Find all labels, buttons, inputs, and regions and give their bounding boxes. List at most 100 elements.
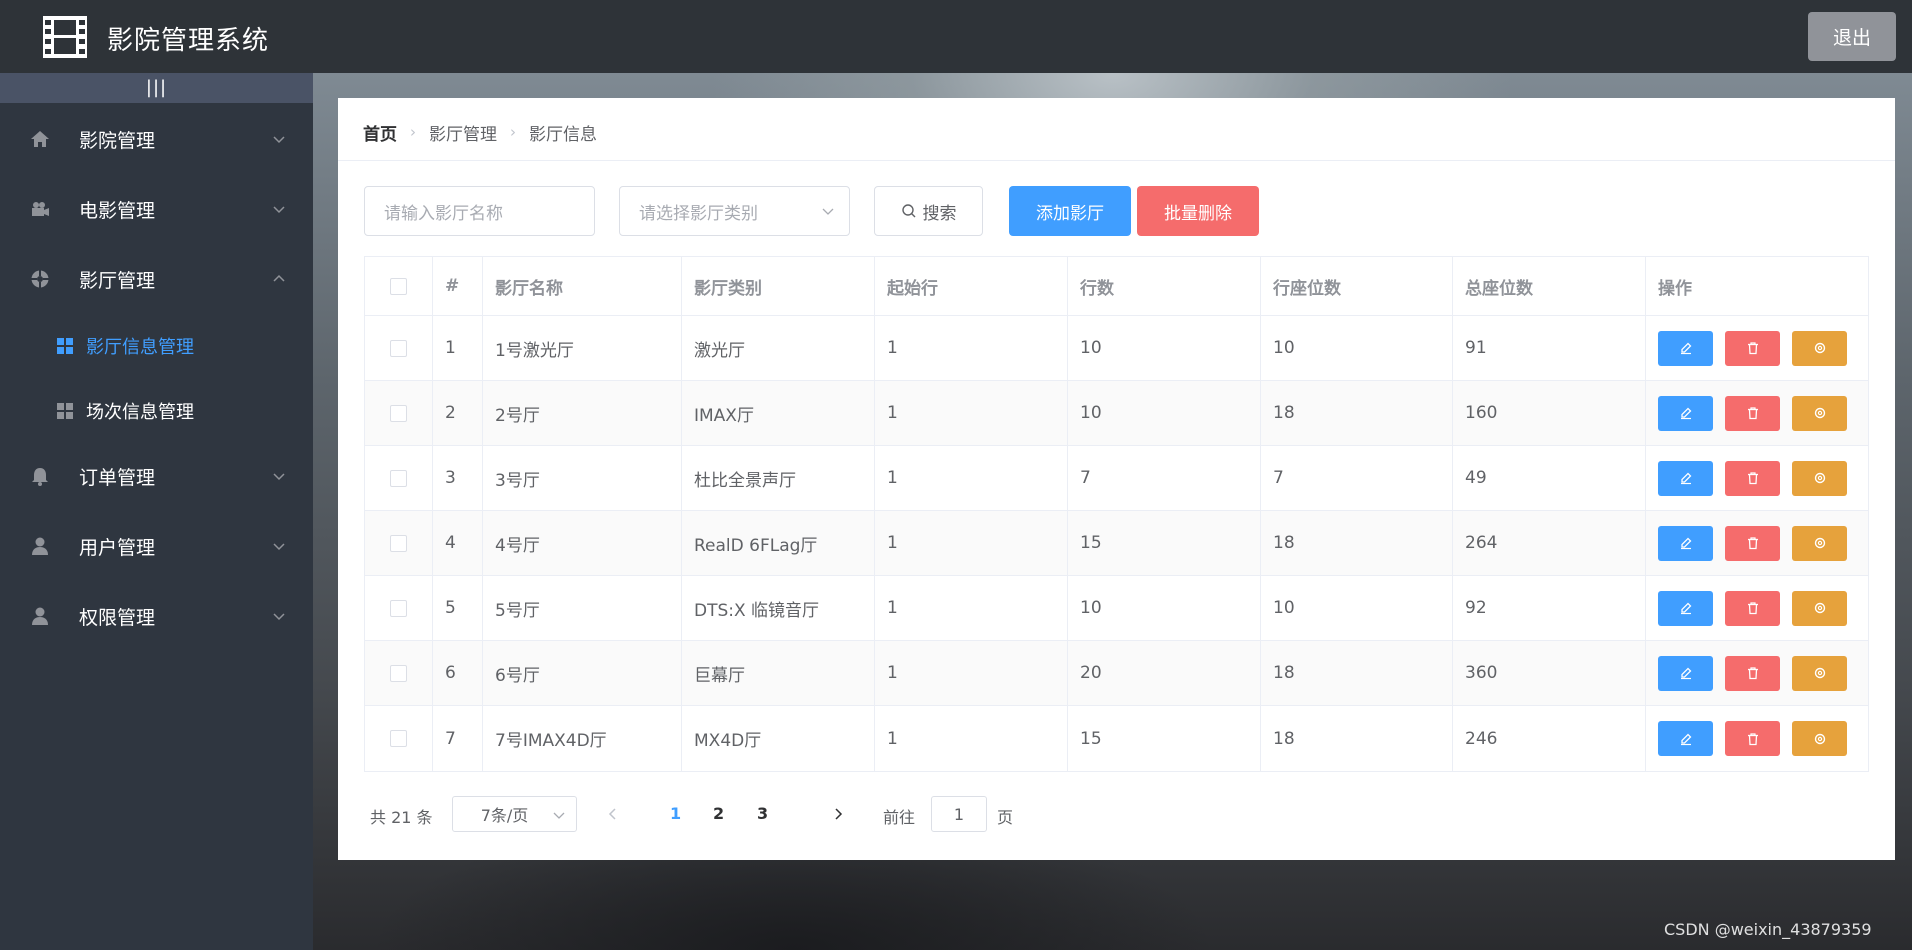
settings-button[interactable] bbox=[1792, 395, 1847, 431]
delete-button[interactable] bbox=[1725, 655, 1780, 691]
row-select-cell bbox=[365, 446, 433, 510]
chevron-down-icon bbox=[273, 206, 285, 214]
edit-button[interactable] bbox=[1658, 460, 1713, 496]
goto-label: 前往 bbox=[883, 808, 916, 827]
table-cell: MX4D厅 bbox=[682, 706, 875, 771]
search-button[interactable]: 搜索 bbox=[874, 186, 983, 236]
hall-name-input[interactable]: 请输入影厅名称 bbox=[364, 186, 595, 236]
gear-icon bbox=[1814, 733, 1825, 744]
hall-type-select[interactable]: 请选择影厅类别 bbox=[619, 186, 850, 236]
chevron-right-icon[interactable] bbox=[831, 807, 845, 821]
hall-name-placeholder: 请输入影厅名称 bbox=[384, 203, 503, 224]
goto-page-input[interactable]: 1 bbox=[931, 796, 987, 832]
table-row: 4 4号厅 RealD 6FLag厅 1 15 18 264 bbox=[365, 511, 1868, 576]
logout-button[interactable]: 退出 bbox=[1808, 12, 1896, 61]
sidebar-item-user[interactable]: 用户管理 bbox=[0, 518, 313, 574]
add-hall-button[interactable]: 添加影厅 bbox=[1009, 186, 1131, 236]
select-all-checkbox[interactable] bbox=[390, 277, 407, 295]
table-row: 2 2号厅 IMAX厅 1 10 18 160 bbox=[365, 381, 1868, 446]
table-header-row: # 影厅名称 影厅类别 起始行 行数 行座位数 总座位数 操作 bbox=[365, 257, 1868, 316]
settings-button[interactable] bbox=[1792, 525, 1847, 561]
page-suffix: 页 bbox=[997, 808, 1014, 827]
sidebar-item-label: 权限管理 bbox=[79, 606, 156, 629]
edit-button[interactable] bbox=[1658, 590, 1713, 626]
breadcrumb-hall-info: 影厅信息 bbox=[529, 124, 597, 145]
edit-icon bbox=[1680, 472, 1691, 485]
divider bbox=[338, 160, 1895, 161]
sidebar-item-label: 电影管理 bbox=[79, 199, 156, 222]
delete-button[interactable] bbox=[1725, 590, 1780, 626]
grid-icon bbox=[57, 403, 73, 419]
page-number-2[interactable]: 2 bbox=[713, 804, 724, 823]
table-cell: RealD 6FLag厅 bbox=[682, 511, 875, 575]
film-icon bbox=[43, 16, 87, 58]
row-checkbox[interactable] bbox=[390, 469, 407, 487]
breadcrumb-home[interactable]: 首页 bbox=[363, 120, 397, 145]
table-row: 3 3号厅 杜比全景声厅 1 7 7 49 bbox=[365, 446, 1868, 511]
page-number-1[interactable]: 1 bbox=[670, 804, 681, 823]
settings-button[interactable] bbox=[1792, 655, 1847, 691]
table-cell: 10 bbox=[1261, 576, 1453, 640]
settings-button[interactable] bbox=[1792, 460, 1847, 496]
table-cell: 1 bbox=[875, 381, 1068, 445]
chevron-left-icon[interactable] bbox=[606, 807, 620, 821]
sidebar-collapse-toggle[interactable]: ||| bbox=[0, 73, 313, 103]
delete-button[interactable] bbox=[1725, 460, 1780, 496]
table-cell: 18 bbox=[1261, 706, 1453, 771]
page-number-3[interactable]: 3 bbox=[757, 804, 768, 823]
edit-button[interactable] bbox=[1658, 395, 1713, 431]
pagination-total: 共 21 条 bbox=[370, 808, 433, 827]
table-cell: 5 bbox=[433, 576, 483, 640]
settings-button[interactable] bbox=[1792, 590, 1847, 626]
row-checkbox[interactable] bbox=[390, 730, 407, 747]
trash-icon bbox=[1747, 342, 1758, 355]
table-cell: 18 bbox=[1261, 641, 1453, 705]
search-button-label: 搜索 bbox=[922, 203, 957, 224]
sidebar-item-movie[interactable]: 电影管理 bbox=[0, 181, 313, 237]
sidebar-item-cinema[interactable]: 影院管理 bbox=[0, 111, 313, 167]
settings-button[interactable] bbox=[1792, 330, 1847, 366]
trash-icon bbox=[1747, 537, 1758, 550]
sidebar-item-permission[interactable]: 权限管理 bbox=[0, 588, 313, 644]
settings-button[interactable] bbox=[1792, 721, 1847, 756]
row-checkbox[interactable] bbox=[390, 339, 407, 357]
edit-icon bbox=[1680, 342, 1691, 355]
column-header: 起始行 bbox=[875, 257, 1068, 315]
delete-button[interactable] bbox=[1725, 721, 1780, 756]
chevron-down-icon bbox=[273, 473, 285, 481]
gear-icon bbox=[1814, 407, 1825, 419]
table-cell: 7 bbox=[1068, 446, 1261, 510]
hall-type-placeholder: 请选择影厅类别 bbox=[639, 203, 758, 224]
breadcrumb: 首页 › 影厅管理 › 影厅信息 bbox=[363, 120, 597, 145]
edit-button[interactable] bbox=[1658, 525, 1713, 561]
table-cell: 1 bbox=[875, 706, 1068, 771]
table-cell: 1 bbox=[875, 316, 1068, 380]
edit-button[interactable] bbox=[1658, 721, 1713, 756]
gear-icon bbox=[1814, 472, 1825, 484]
table-cell: 4号厅 bbox=[483, 511, 682, 575]
chevron-down-icon bbox=[822, 208, 834, 215]
batch-delete-button[interactable]: 批量删除 bbox=[1137, 186, 1259, 236]
table-cell: 10 bbox=[1068, 576, 1261, 640]
camera-icon bbox=[32, 202, 49, 216]
sidebar-subitem-hall-info[interactable]: 影厅信息管理 bbox=[0, 318, 313, 374]
edit-button[interactable] bbox=[1658, 655, 1713, 691]
table-cell: 3号厅 bbox=[483, 446, 682, 510]
row-select-cell bbox=[365, 641, 433, 705]
row-checkbox[interactable] bbox=[390, 404, 407, 422]
delete-button[interactable] bbox=[1725, 395, 1780, 431]
sidebar-item-hall[interactable]: 影厅管理 bbox=[0, 251, 313, 307]
grid-icon bbox=[57, 338, 73, 354]
column-header: 影厅名称 bbox=[483, 257, 682, 315]
delete-button[interactable] bbox=[1725, 525, 1780, 561]
delete-button[interactable] bbox=[1725, 330, 1780, 366]
row-checkbox[interactable] bbox=[390, 664, 407, 682]
sidebar-item-order[interactable]: 订单管理 bbox=[0, 448, 313, 504]
edit-icon bbox=[1680, 537, 1691, 550]
edit-button[interactable] bbox=[1658, 330, 1713, 366]
row-checkbox[interactable] bbox=[390, 599, 407, 617]
row-checkbox[interactable] bbox=[390, 534, 407, 552]
chevron-down-icon bbox=[553, 812, 565, 819]
sidebar-subitem-session-info[interactable]: 场次信息管理 bbox=[0, 383, 313, 439]
page-size-select[interactable]: 7条/页 bbox=[452, 796, 577, 832]
